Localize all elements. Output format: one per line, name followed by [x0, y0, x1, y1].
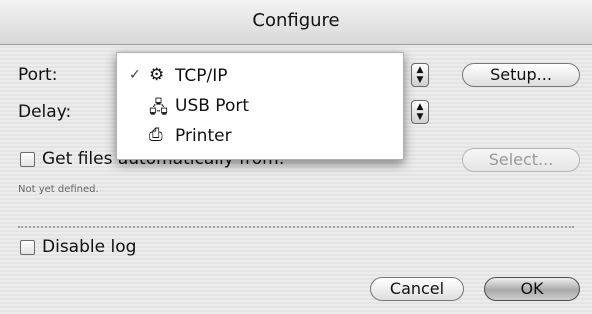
menu-item-tcpip[interactable]: ✓ ⚙ TCP/IP: [117, 61, 403, 91]
menu-item-label: TCP/IP: [175, 66, 228, 86]
printer-icon: ⎙: [149, 125, 163, 145]
setup-button[interactable]: Setup...: [462, 63, 580, 87]
select-button[interactable]: Select...: [462, 148, 580, 172]
title-bar: Configure: [0, 0, 592, 45]
window-title: Configure: [252, 10, 340, 31]
separator: [18, 226, 574, 228]
menu-item-label: USB Port: [175, 96, 250, 116]
disable-log-checkbox[interactable]: [20, 240, 35, 255]
cancel-button[interactable]: Cancel: [370, 277, 464, 301]
disable-log-label: Disable log: [42, 237, 137, 257]
menu-item-usb-port[interactable]: 🖧 USB Port: [117, 91, 403, 121]
checkmark-icon: ✓: [129, 67, 141, 83]
tcpip-icon: ⚙: [149, 65, 165, 85]
port-popup-menu: ✓ ⚙ TCP/IP 🖧 USB Port ⎙ Printer: [116, 52, 404, 160]
get-files-checkbox[interactable]: [20, 152, 35, 167]
menu-item-printer[interactable]: ⎙ Printer: [117, 121, 403, 151]
port-label: Port:: [18, 65, 58, 85]
delay-label: Delay:: [18, 102, 72, 122]
port-popup-arrows-icon[interactable]: ▲ ▼: [411, 63, 429, 87]
usb-icon: 🖧: [149, 98, 168, 118]
not-defined-text: Not yet defined.: [18, 184, 99, 195]
menu-item-label: Printer: [175, 126, 232, 146]
ok-button[interactable]: OK: [484, 277, 580, 301]
delay-popup-arrows-icon[interactable]: ▲ ▼: [411, 100, 429, 124]
